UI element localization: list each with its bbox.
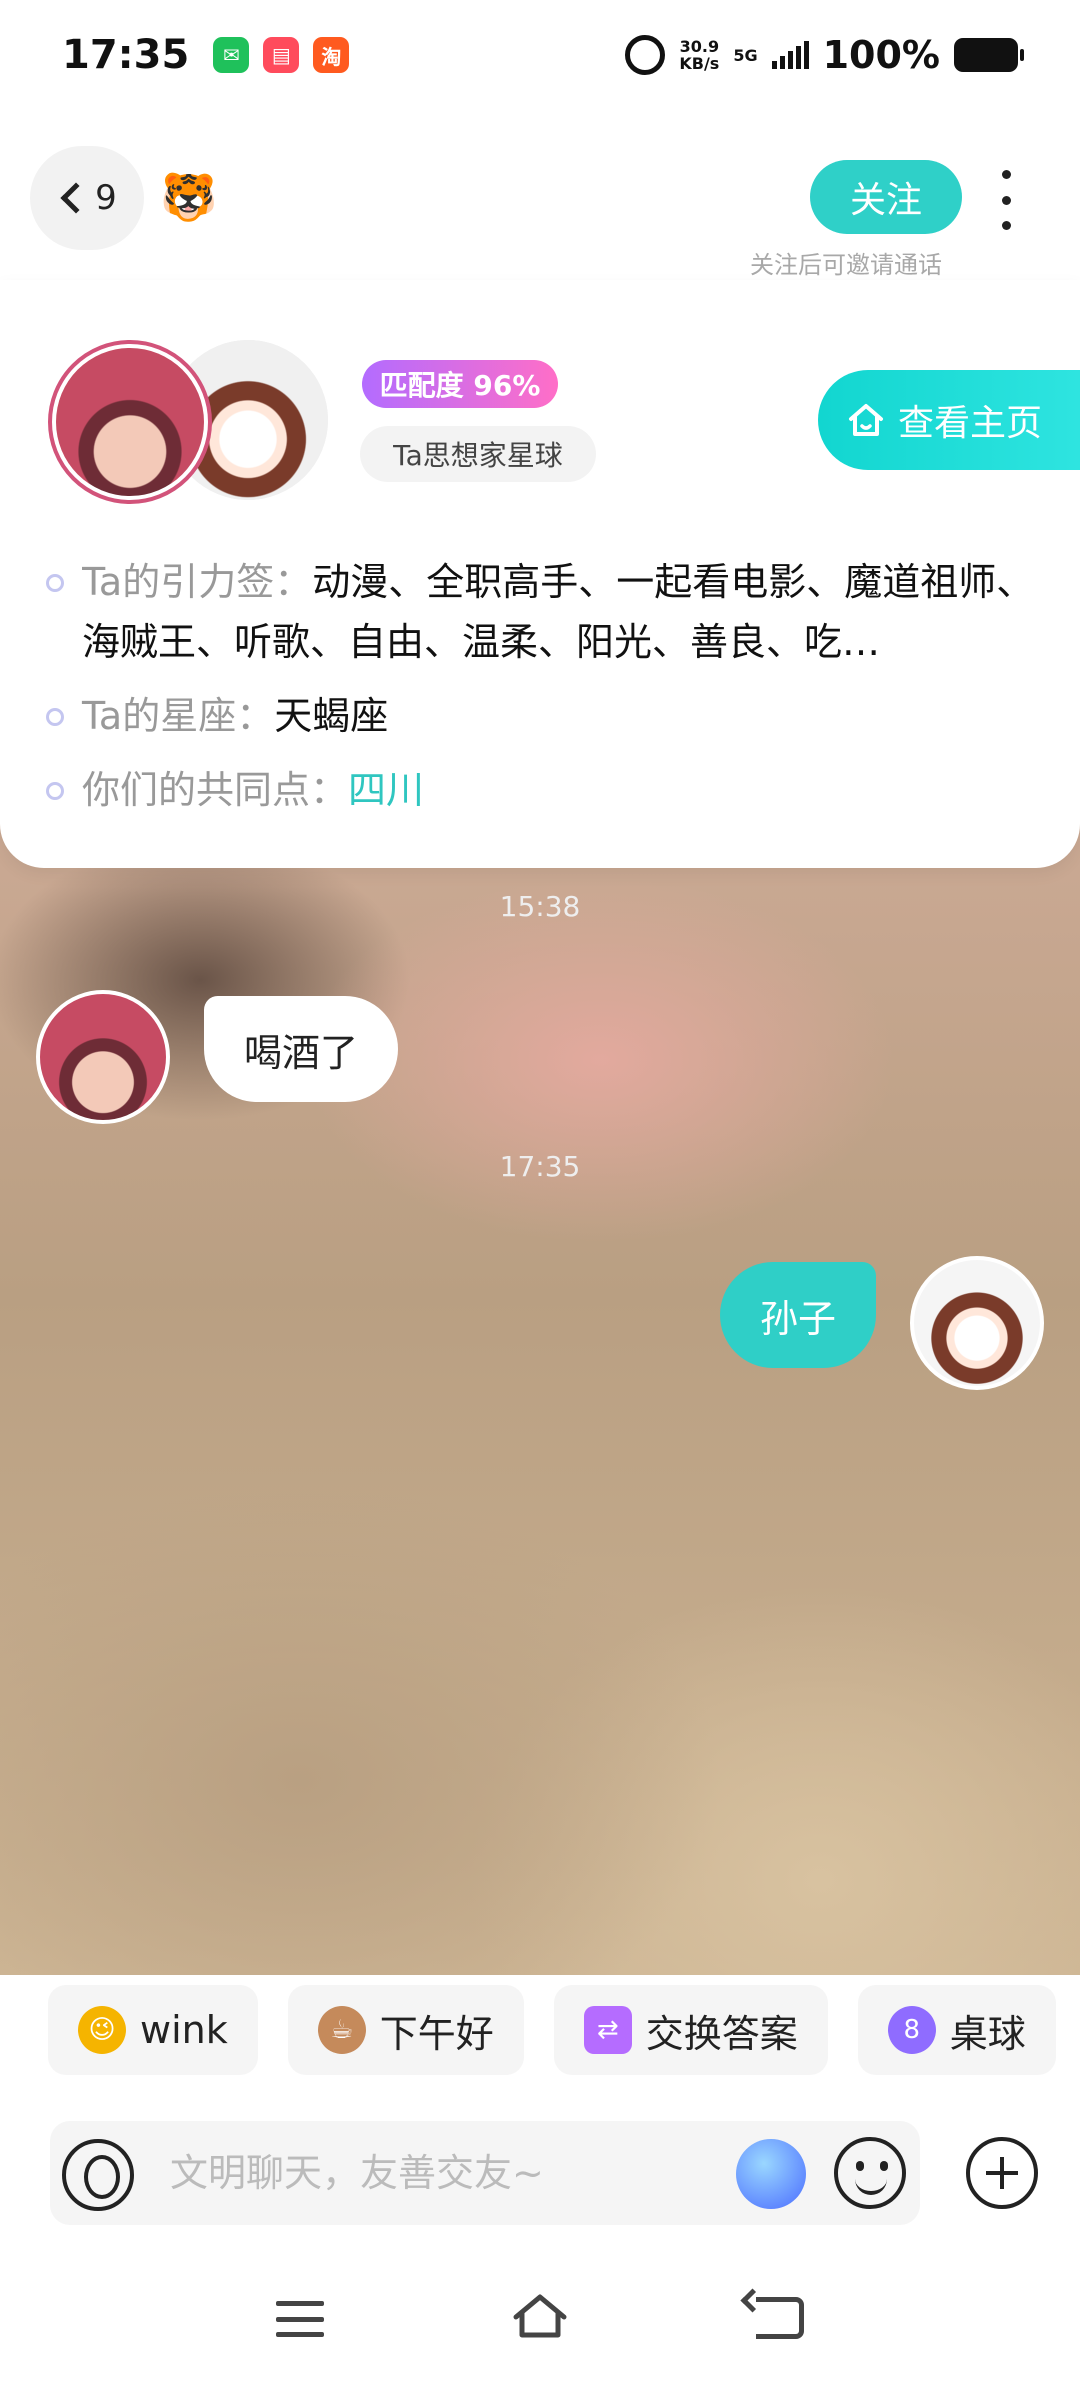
- net-speed-unit: KB/s: [679, 54, 720, 73]
- planet-tag[interactable]: Ta思想家星球: [360, 426, 596, 482]
- quick-reply-bar: 😉 wink ☕ 下午好 ⇄ 交换答案 8 桌球: [0, 1975, 1080, 2085]
- add-more-icon[interactable]: [966, 2137, 1038, 2209]
- incoming-message-bubble[interactable]: 喝酒了: [204, 996, 399, 1102]
- status-bar: 17:35 ✉ ▤ 淘 30.9 KB/s 5G 100%: [0, 0, 1080, 110]
- home-nav-icon[interactable]: [512, 2291, 568, 2341]
- zodiac-label: Ta的星座：: [82, 694, 275, 738]
- info-row-zodiac: Ta的星座： 天蝎座: [46, 686, 1056, 746]
- back-button[interactable]: 9: [30, 146, 144, 250]
- follow-button[interactable]: 关注: [810, 160, 962, 234]
- chip-good-afternoon[interactable]: ☕ 下午好: [287, 1985, 524, 2075]
- tiger-icon[interactable]: 🐯: [160, 170, 217, 226]
- voice-input-icon[interactable]: [62, 2139, 134, 2211]
- match-badge: 匹配度 96%: [362, 360, 558, 408]
- home-icon: [849, 404, 883, 436]
- tags-label: Ta的引力签：: [82, 560, 313, 604]
- status-time: 17:35: [62, 32, 190, 78]
- view-homepage-button[interactable]: 查看主页: [818, 370, 1080, 470]
- message-timestamp: 17:35: [499, 1150, 581, 1183]
- common-value: 四川: [348, 768, 425, 812]
- signal-icon: [771, 41, 809, 69]
- my-message-avatar[interactable]: [910, 1256, 1044, 1390]
- partner-avatar[interactable]: [48, 340, 212, 504]
- unread-count: 9: [95, 178, 117, 218]
- battery-icon: [954, 38, 1024, 72]
- recent-apps-icon[interactable]: [276, 2301, 324, 2337]
- chip-label: 下午好: [379, 2011, 494, 2056]
- profile-info-list: Ta的引力签：动漫、全职高手、一起看电影、魔道祖师、海贼王、听歌、自由、温柔、阳…: [46, 552, 1056, 820]
- chip-billiards[interactable]: 8 桌球: [857, 1985, 1056, 2075]
- input-box: [50, 2121, 920, 2225]
- zodiac-value: 天蝎座: [274, 694, 389, 738]
- bullet-icon: [46, 708, 64, 726]
- info-row-common: 你们的共同点： 四川: [46, 760, 1056, 820]
- bullet-icon: [46, 782, 64, 800]
- message-timestamp: 15:38: [499, 890, 581, 923]
- tags-line: Ta的引力签：动漫、全职高手、一起看电影、魔道祖师、海贼王、听歌、自由、温柔、阳…: [82, 552, 1056, 672]
- chevron-left-icon: [60, 182, 92, 214]
- billiard-ball-icon: 8: [887, 2006, 936, 2054]
- back-nav-icon[interactable]: [756, 2297, 804, 2339]
- status-left: 17:35 ✉ ▤ 淘: [62, 32, 350, 78]
- emoji-icon[interactable]: [834, 2137, 906, 2209]
- follow-hint: 关注后可邀请通话: [750, 251, 942, 279]
- system-nav-bar: [0, 2235, 1080, 2400]
- chip-label: wink: [140, 2008, 228, 2052]
- bullet-icon: [46, 574, 64, 592]
- profile-card: 匹配度 96% Ta思想家星球 查看主页 Ta的引力签：动漫、全职高手、一起看电…: [0, 280, 1080, 868]
- chat-header: 9 🐯 关注 关注后可邀请通话: [0, 110, 1080, 280]
- wink-emoji-icon: 😉: [78, 2006, 126, 2054]
- alarm-icon: [625, 35, 666, 75]
- ai-assistant-icon[interactable]: [736, 2139, 806, 2209]
- exchange-icon: ⇄: [583, 2006, 632, 2054]
- input-area: [0, 2085, 1080, 2235]
- chip-wink[interactable]: 😉 wink: [48, 1985, 258, 2075]
- partner-message-avatar[interactable]: [36, 990, 170, 1124]
- view-homepage-label: 查看主页: [898, 403, 1043, 444]
- network-type: 5G: [733, 45, 758, 65]
- battery-percent: 100%: [822, 33, 940, 77]
- chip-label: 交换答案: [645, 2011, 798, 2056]
- message-input[interactable]: [170, 2121, 740, 2225]
- info-row-tags: Ta的引力签：动漫、全职高手、一起看电影、魔道祖师、海贼王、听歌、自由、温柔、阳…: [46, 552, 1056, 672]
- taobao-icon: 淘: [313, 37, 350, 73]
- chip-label: 桌球: [949, 2011, 1026, 2056]
- outgoing-message-bubble[interactable]: 孙子: [720, 1262, 877, 1368]
- chip-exchange-answers[interactable]: ⇄ 交换答案: [553, 1985, 828, 2075]
- more-options-icon[interactable]: [993, 170, 1019, 230]
- status-right: 30.9 KB/s 5G 100%: [625, 33, 1024, 77]
- coffee-icon: ☕: [317, 2006, 366, 2054]
- net-speed: 30.9 KB/s: [679, 38, 719, 72]
- app-notification-icon: ▤: [263, 37, 300, 73]
- common-label: 你们的共同点：: [82, 768, 349, 812]
- avatar-pair: [48, 340, 328, 504]
- wechat-icon: ✉: [213, 37, 250, 73]
